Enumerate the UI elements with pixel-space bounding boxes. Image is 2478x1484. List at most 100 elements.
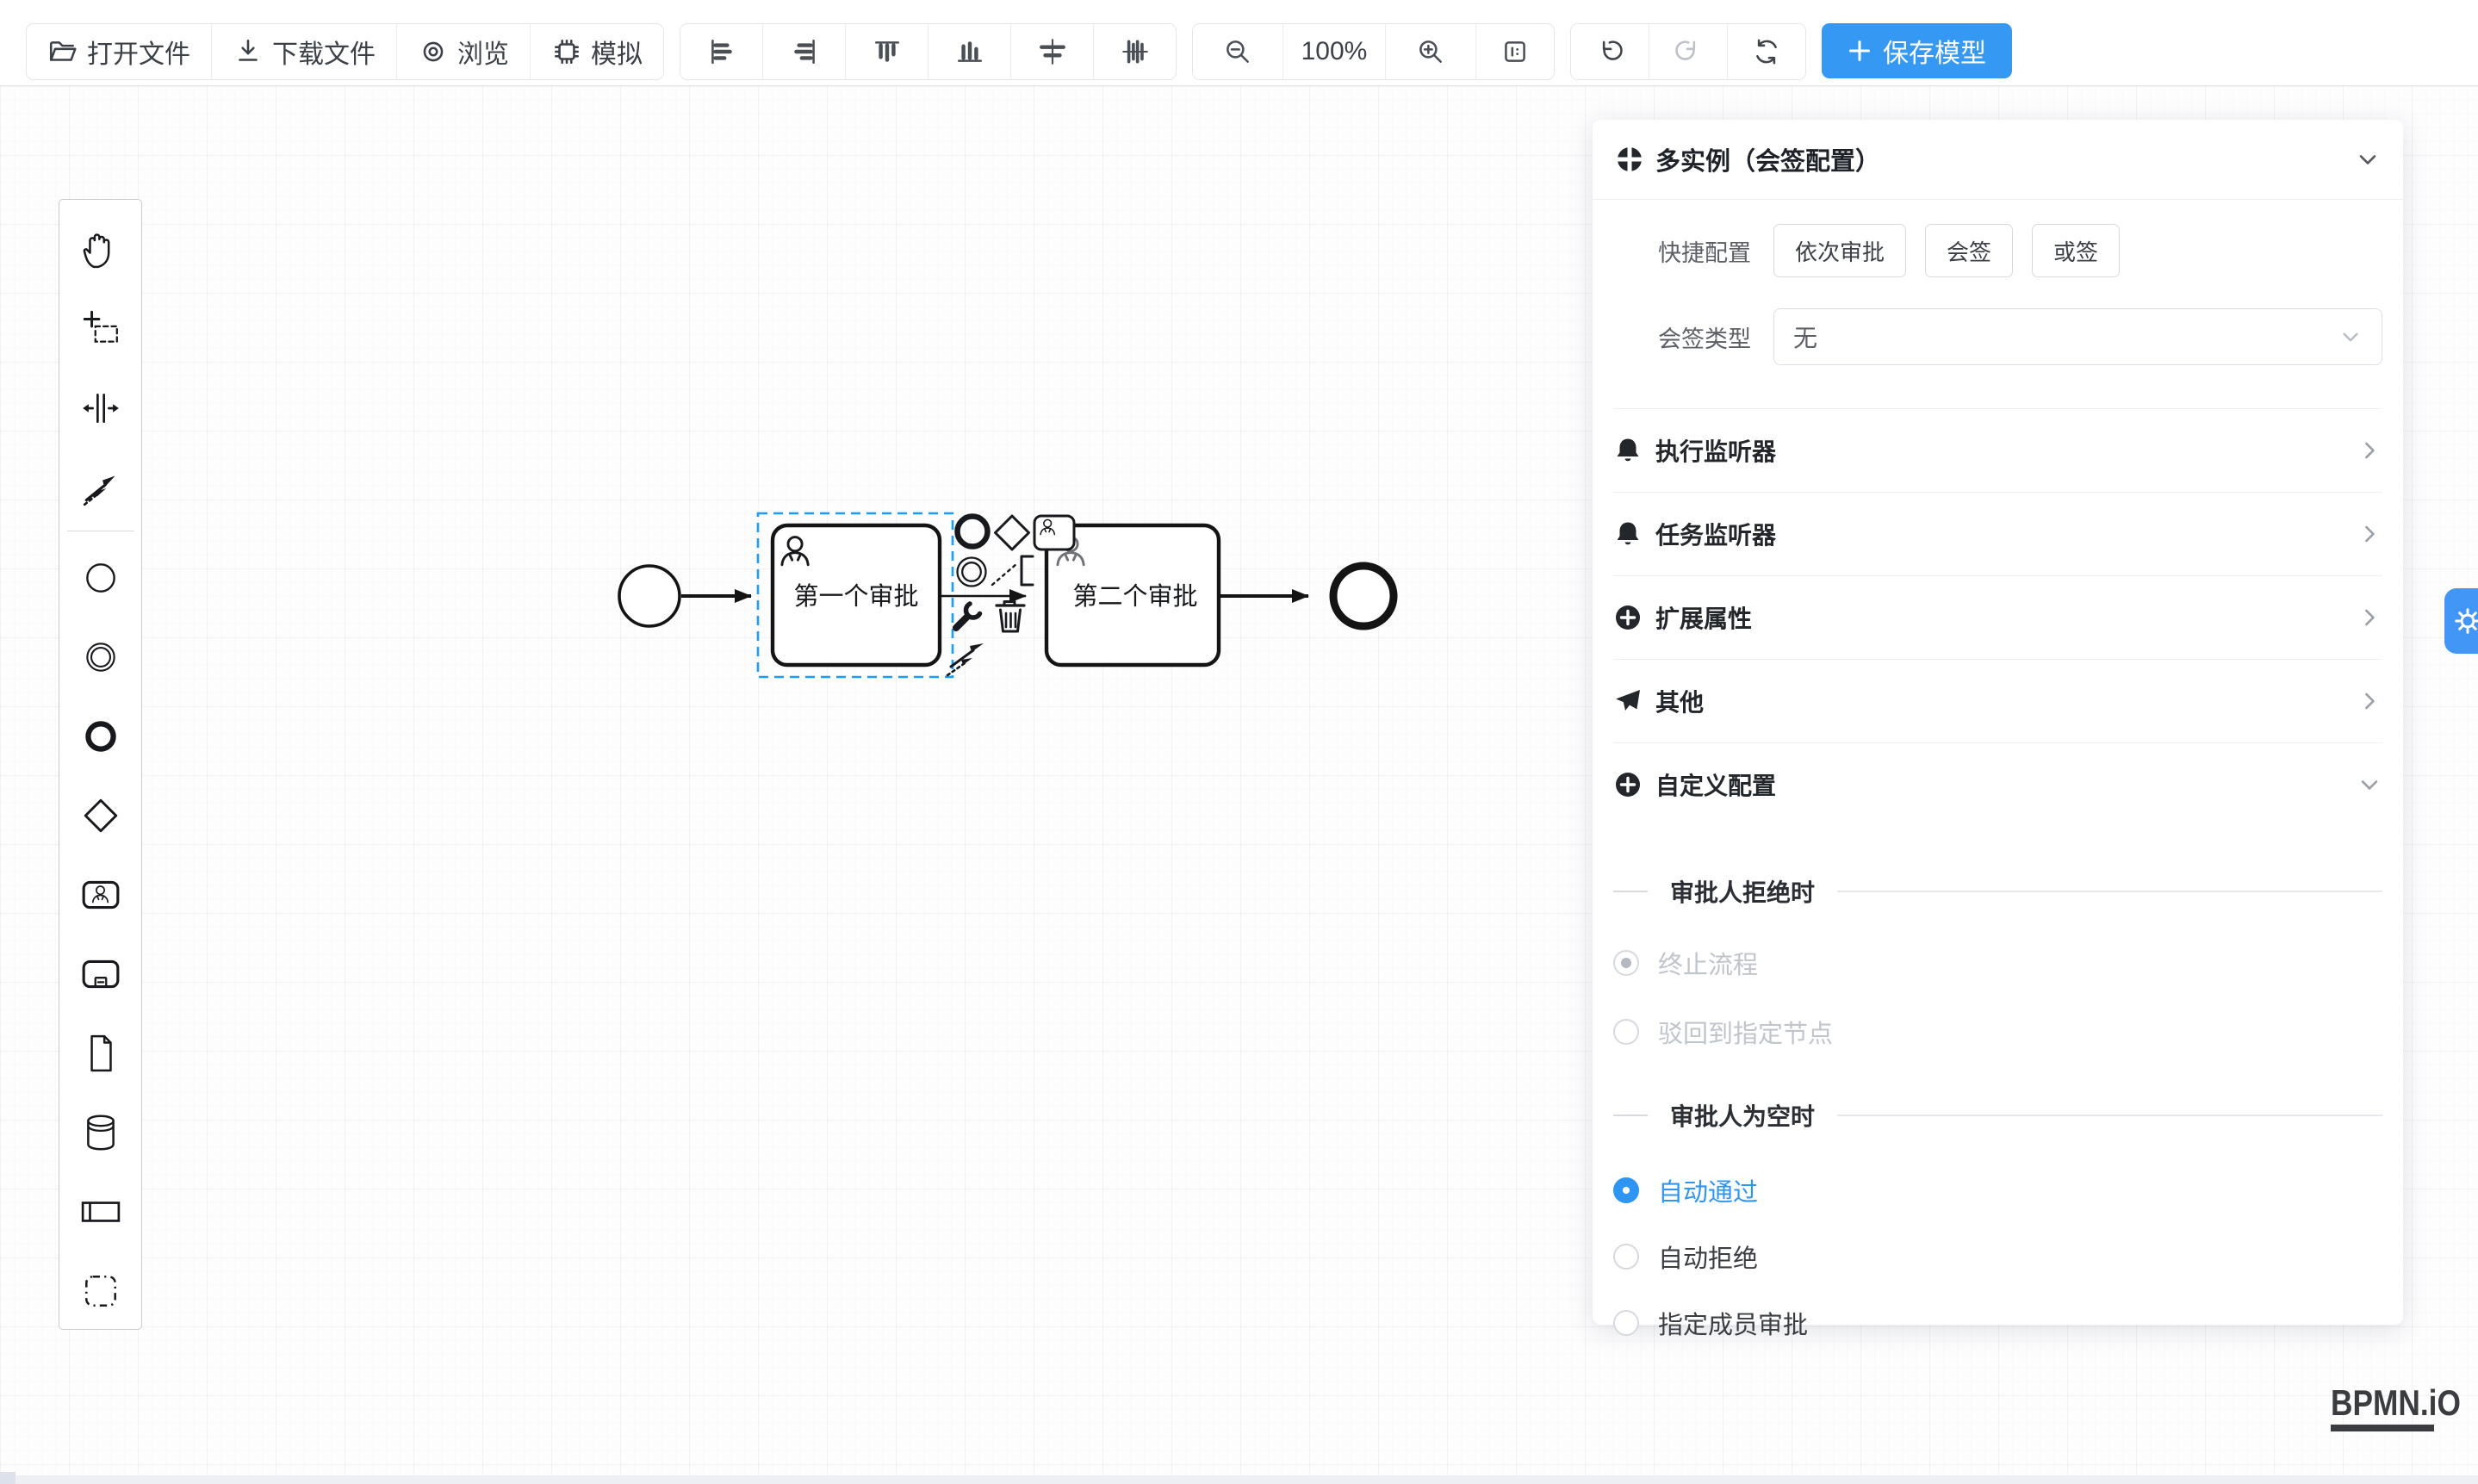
- quick-config-sequential-button[interactable]: 依次审批: [1773, 224, 1906, 277]
- file-button-group: 打开文件 下载文件 浏览 模拟: [26, 23, 664, 80]
- zoom-in-button[interactable]: [1386, 24, 1476, 79]
- panel-header[interactable]: 多实例（会签配置）: [1593, 120, 2403, 200]
- create-subprocess[interactable]: [65, 934, 136, 1014]
- download-file-label: 下载文件: [272, 33, 376, 71]
- align-center-horizontal-button[interactable]: [1011, 24, 1094, 79]
- radio-auto-reject[interactable]: 自动拒绝: [1613, 1242, 2382, 1271]
- toolbar: 打开文件 下载文件 浏览 模拟: [0, 0, 2478, 85]
- fit-viewport-button[interactable]: [1476, 24, 1554, 79]
- open-file-button[interactable]: 打开文件: [27, 24, 212, 79]
- save-model-label: 保存模型: [1883, 32, 1986, 70]
- section-extended-properties[interactable]: 扩展属性: [1613, 576, 2382, 660]
- chevron-down-icon: [2338, 325, 2363, 349]
- align-bottom-button[interactable]: [928, 24, 1011, 79]
- chevron-right-icon: [2357, 605, 2382, 630]
- data-store-icon: [80, 1112, 121, 1153]
- radio-icon: [1613, 1310, 1639, 1336]
- create-data-store[interactable]: [65, 1093, 136, 1172]
- radio-auto-pass[interactable]: 自动通过: [1613, 1176, 2382, 1205]
- align-right-icon: [789, 36, 820, 67]
- lasso-tool[interactable]: [65, 289, 136, 369]
- create-group[interactable]: [65, 1251, 136, 1331]
- align-top-icon: [872, 36, 903, 67]
- empty-group-title: 审批人为空时: [1613, 1098, 2382, 1133]
- space-tool[interactable]: [65, 369, 136, 448]
- radio-icon: [1613, 950, 1639, 976]
- radio-icon: [1613, 1244, 1639, 1270]
- refresh-button[interactable]: [1728, 24, 1805, 79]
- history-button-group: [1570, 23, 1806, 80]
- horizontal-scrollbar-track[interactable]: [0, 1475, 2478, 1484]
- open-file-label: 打开文件: [87, 33, 190, 71]
- hand-tool[interactable]: [65, 210, 136, 289]
- eye-icon: [418, 36, 449, 67]
- quick-config-label: 快捷配置: [1658, 234, 1751, 268]
- scrollbar-corner: [0, 1472, 16, 1484]
- zoom-level: 100%: [1283, 24, 1386, 79]
- align-bottom-icon: [954, 36, 985, 67]
- section-task-listener[interactable]: 任务监听器: [1613, 493, 2382, 576]
- create-data-object[interactable]: [65, 1014, 136, 1093]
- create-gateway[interactable]: [65, 776, 136, 855]
- quick-config-countersign-button[interactable]: 会签: [1925, 224, 2013, 277]
- save-model-button[interactable]: 保存模型: [1822, 23, 2012, 78]
- zoom-button-group: 100%: [1192, 23, 1555, 80]
- align-center-vertical-button[interactable]: [1094, 24, 1176, 79]
- section-execution-listener[interactable]: 执行监听器: [1613, 409, 2382, 493]
- global-connect-icon: [80, 467, 121, 508]
- group-icon: [80, 1270, 121, 1312]
- plus-icon: [1848, 39, 1872, 63]
- preview-button[interactable]: 浏览: [397, 24, 531, 79]
- chevron-down-icon: [2357, 772, 2382, 798]
- create-user-task[interactable]: [65, 855, 136, 934]
- global-connect-tool[interactable]: [65, 448, 136, 527]
- sign-type-row: 会签类型 无: [1613, 308, 2382, 365]
- create-participant[interactable]: [65, 1172, 136, 1251]
- gear-icon: [2452, 605, 2478, 636]
- settings-tab[interactable]: [2444, 588, 2478, 654]
- align-top-button[interactable]: [846, 24, 928, 79]
- participant-icon: [80, 1191, 121, 1233]
- user-task-icon: [80, 874, 121, 916]
- zoom-out-icon: [1222, 36, 1253, 67]
- create-start-event[interactable]: [65, 538, 136, 618]
- end-event-icon: [80, 716, 121, 757]
- watermark-text: BPMN.iO: [2331, 1385, 2461, 1421]
- data-object-icon: [80, 1033, 121, 1074]
- panel-sections: 执行监听器 任务监听器 扩展属性 其他: [1613, 408, 2382, 826]
- create-intermediate-event[interactable]: [65, 618, 136, 697]
- multi-instance-icon: [1615, 145, 1644, 174]
- simulate-button[interactable]: 模拟: [531, 24, 663, 79]
- bell-icon: [1613, 436, 1643, 465]
- radio-icon: [1613, 1177, 1639, 1203]
- quick-config-row: 快捷配置 依次审批 会签 或签: [1613, 224, 2382, 277]
- align-center-horizontal-icon: [1037, 36, 1068, 67]
- gateway-icon: [80, 795, 121, 836]
- radio-return-to-node: 驳回到指定节点: [1613, 1017, 2382, 1046]
- plus-circle-icon: [1613, 603, 1643, 632]
- radio-assign-member[interactable]: 指定成员审批: [1613, 1308, 2382, 1338]
- download-file-button[interactable]: 下载文件: [212, 24, 397, 79]
- radio-terminate-process: 终止流程: [1613, 948, 2382, 978]
- watermark-underline: [2331, 1425, 2434, 1431]
- create-end-event[interactable]: [65, 697, 136, 776]
- quick-config-orsign-button[interactable]: 或签: [2032, 224, 2120, 277]
- space-tool-icon: [80, 388, 121, 429]
- folder-open-icon: [47, 36, 78, 67]
- bpmn-io-watermark[interactable]: BPMN.iO: [2331, 1385, 2478, 1431]
- section-custom-config[interactable]: 自定义配置: [1613, 743, 2382, 826]
- sign-type-select[interactable]: 无: [1773, 308, 2382, 365]
- radio-icon: [1613, 1019, 1639, 1045]
- align-center-vertical-icon: [1120, 36, 1151, 67]
- align-left-button[interactable]: [680, 24, 763, 79]
- align-right-button[interactable]: [763, 24, 846, 79]
- bell-icon: [1613, 519, 1643, 549]
- undo-button[interactable]: [1571, 24, 1649, 79]
- panel-title: 多实例（会签配置）: [1655, 141, 1880, 177]
- start-event-icon: [80, 557, 121, 599]
- section-other[interactable]: 其他: [1613, 660, 2382, 743]
- zoom-out-button[interactable]: [1193, 24, 1283, 79]
- chevron-right-icon: [2357, 438, 2382, 463]
- refresh-icon: [1751, 36, 1782, 67]
- preview-label: 浏览: [457, 33, 509, 71]
